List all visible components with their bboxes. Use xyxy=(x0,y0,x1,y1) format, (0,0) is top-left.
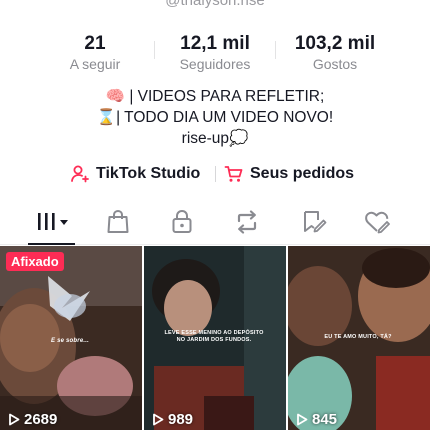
stat-followers-label: Seguidores xyxy=(179,56,251,72)
profile-actions: TikTok Studio Seus pedidos xyxy=(0,162,430,186)
tab-reposts[interactable] xyxy=(225,206,269,238)
video-caption: EU TE AMO MUITO, TÁ? xyxy=(324,334,392,340)
stat-following-value: 21 xyxy=(84,33,106,54)
tab-private[interactable] xyxy=(160,206,204,238)
tab-favorites[interactable] xyxy=(292,206,336,238)
video-grid: Afixado E se sobre... 2689 LEVE ESSE MEN… xyxy=(0,246,430,430)
stat-divider xyxy=(154,41,155,59)
tiktok-studio-label: TikTok Studio xyxy=(96,165,201,182)
play-icon xyxy=(9,413,20,426)
pinned-badge: Afixado xyxy=(6,252,64,271)
bio-line: rise-up💭 xyxy=(181,130,249,147)
tab-shop[interactable] xyxy=(96,206,140,238)
video-caption: E se sobre... xyxy=(51,338,89,344)
view-count-value: 2689 xyxy=(24,411,58,428)
lock-icon xyxy=(172,209,192,233)
view-count: 2689 xyxy=(8,411,57,428)
stat-following-label: A seguir xyxy=(69,56,121,72)
orders-button[interactable]: Seus pedidos xyxy=(224,162,354,186)
orders-label: Seus pedidos xyxy=(250,165,355,182)
video-tile[interactable]: EU TE AMO MUITO, TÁ? 845 xyxy=(288,246,430,430)
stat-followers[interactable]: 12,1 mil Seguidores xyxy=(160,33,270,73)
stat-likes-label: Gostos xyxy=(312,56,358,72)
tab-videos[interactable] xyxy=(30,206,76,238)
view-count: 989 xyxy=(152,411,193,428)
profile-stats: 21 A seguir 12,1 mil Seguidores 103,2 mi… xyxy=(0,33,430,75)
bio-line: ⌛| TODO DIA UM VIDEO NOVO! xyxy=(96,109,334,126)
tab-liked[interactable] xyxy=(356,206,400,238)
stat-divider xyxy=(275,41,276,59)
stat-followers-value: 12,1 mil xyxy=(180,33,250,54)
studio-user-icon xyxy=(71,165,89,183)
grid-menu-icon xyxy=(38,213,68,230)
view-count-value: 845 xyxy=(312,411,338,428)
play-icon xyxy=(153,413,164,426)
stat-likes-value: 103,2 mil xyxy=(294,33,376,54)
bookmark-icon xyxy=(304,211,327,233)
bio-line: 🧠 | VIDEOS PARA REFLETIR; xyxy=(105,88,325,105)
profile-tabs xyxy=(0,200,430,245)
repost-icon xyxy=(237,210,257,234)
view-count-value: 989 xyxy=(168,411,194,428)
caption-line: NO JARDIM DOS FUNDOS. xyxy=(176,337,252,343)
tab-active-indicator xyxy=(28,243,75,245)
profile-handle: @thaiyson.rise xyxy=(165,0,265,9)
stat-following[interactable]: 21 A seguir xyxy=(40,33,150,73)
video-tile[interactable]: LEVE ESSE MENINO AO DEPÓSITO NO JARDIM D… xyxy=(144,246,286,430)
caption-line: LEVE ESSE MENINO AO DEPÓSITO xyxy=(164,330,264,336)
video-caption: LEVE ESSE MENINO AO DEPÓSITO NO JARDIM D… xyxy=(154,330,274,344)
liked-heart-icon xyxy=(365,211,390,234)
shopping-bag-icon xyxy=(107,209,129,233)
view-count: 845 xyxy=(296,411,337,428)
play-icon xyxy=(297,413,308,426)
shopping-cart-icon xyxy=(224,166,243,182)
stat-likes[interactable]: 103,2 mil Gostos xyxy=(280,33,390,73)
profile-bio: 🧠 | VIDEOS PARA REFLETIR; ⌛| TODO DIA UM… xyxy=(0,86,430,149)
video-tile-pinned[interactable]: Afixado E se sobre... 2689 xyxy=(0,246,142,430)
tiktok-studio-button[interactable]: TikTok Studio xyxy=(70,162,200,186)
action-divider xyxy=(215,166,216,182)
